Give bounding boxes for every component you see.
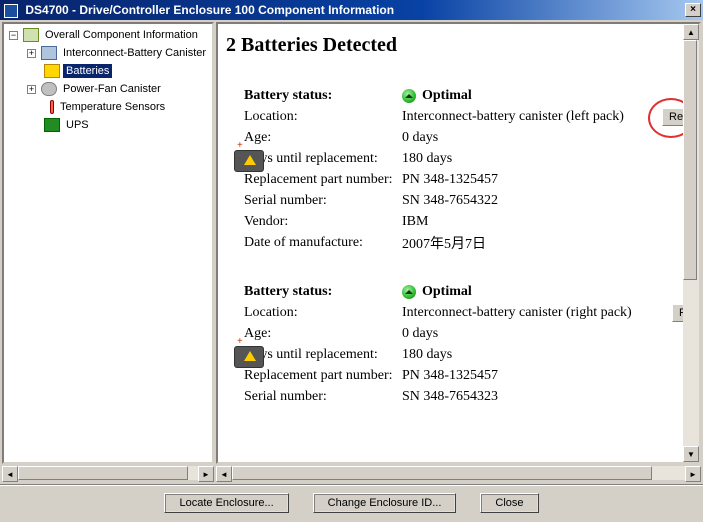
- detail-hscroll[interactable]: ◄ ►: [216, 466, 701, 480]
- tree-hscroll[interactable]: ◄ ►: [2, 466, 214, 480]
- scroll-left-button[interactable]: ◄: [216, 466, 232, 482]
- location-label: Location:: [244, 109, 402, 125]
- scrollbar-thumb[interactable]: [232, 466, 652, 480]
- fan-icon: [41, 82, 57, 96]
- ups-icon: [44, 118, 60, 132]
- age-value: 0 days: [402, 130, 438, 146]
- age-label: Age:: [244, 130, 402, 146]
- page-title: 2 Batteries Detected: [226, 34, 683, 57]
- app-icon: [4, 4, 18, 18]
- scroll-right-button[interactable]: ►: [685, 466, 701, 482]
- status-label: Battery status:: [244, 284, 402, 300]
- reset-button[interactable]: Re: [672, 304, 683, 322]
- age-value: 0 days: [402, 326, 438, 342]
- part-value: PN 348-1325457: [402, 368, 498, 384]
- serial-value: SN 348-7654323: [402, 389, 498, 405]
- tree-root-label: Overall Component Information: [42, 28, 201, 42]
- button-bar: Locate Enclosure... Change Enclosure ID.…: [0, 484, 703, 520]
- days-label: Days until replacement:: [244, 151, 402, 167]
- vendor-label: Vendor:: [244, 214, 402, 230]
- serial-label: Serial number:: [244, 389, 402, 405]
- titlebar: DS4700 - Drive/Controller Enclosure 100 …: [0, 0, 703, 20]
- days-value: 180 days: [402, 347, 452, 363]
- window-title: DS4700 - Drive/Controller Enclosure 100 …: [25, 3, 394, 17]
- status-optimal-icon: [402, 285, 416, 299]
- expand-icon[interactable]: +: [27, 49, 36, 58]
- hscroll-row: ◄ ► ◄ ►: [0, 466, 703, 482]
- status-optimal-icon: [402, 89, 416, 103]
- battery-large-icon: [234, 150, 264, 172]
- tree-item-ups[interactable]: UPS: [6, 116, 212, 134]
- part-label: Replacement part number:: [244, 368, 402, 384]
- vertical-scrollbar[interactable]: ▲ ▼: [683, 24, 699, 462]
- serial-label: Serial number:: [244, 193, 402, 209]
- days-label: Days until replacement:: [244, 347, 402, 363]
- scroll-down-button[interactable]: ▼: [683, 446, 699, 462]
- status-value: Optimal: [422, 88, 472, 104]
- change-enclosure-id-button[interactable]: Change Enclosure ID...: [313, 493, 457, 513]
- reset-button[interactable]: Res: [662, 108, 683, 126]
- tree-item-label: Interconnect-Battery Canister: [60, 46, 209, 60]
- location-value: Interconnect-battery canister (right pac…: [402, 305, 632, 321]
- tree-pane: − Overall Component Information + Interc…: [2, 22, 214, 464]
- scrollbar-thumb[interactable]: [18, 466, 188, 480]
- tree-item-label: Batteries: [63, 64, 112, 78]
- thermometer-icon: [50, 100, 54, 114]
- scrollbar-thumb[interactable]: [683, 40, 697, 280]
- scroll-right-button[interactable]: ►: [198, 466, 214, 482]
- vendor-value: IBM: [402, 214, 428, 230]
- age-label: Age:: [244, 326, 402, 342]
- location-label: Location:: [244, 305, 402, 321]
- tree-root[interactable]: − Overall Component Information: [6, 26, 212, 44]
- tree-item-temperature[interactable]: Temperature Sensors: [6, 98, 212, 116]
- battery-block-1: Battery status: Optimal Location: Interc…: [244, 85, 683, 253]
- content-area: − Overall Component Information + Interc…: [0, 20, 703, 466]
- status-label: Battery status:: [244, 88, 402, 104]
- tree-item-label: UPS: [63, 118, 92, 132]
- part-label: Replacement part number:: [244, 172, 402, 188]
- serial-value: SN 348-7654322: [402, 193, 498, 209]
- part-value: PN 348-1325457: [402, 172, 498, 188]
- days-value: 180 days: [402, 151, 452, 167]
- expand-icon[interactable]: +: [27, 85, 36, 94]
- close-icon[interactable]: ×: [685, 3, 701, 17]
- close-button[interactable]: Close: [480, 493, 538, 513]
- tree-item-batteries[interactable]: Batteries: [6, 62, 212, 80]
- locate-enclosure-button[interactable]: Locate Enclosure...: [164, 493, 288, 513]
- tree-item-label: Power-Fan Canister: [60, 82, 164, 96]
- battery-large-icon: [234, 346, 264, 368]
- tree-item-powerfan[interactable]: + Power-Fan Canister: [6, 80, 212, 98]
- detail-pane: 2 Batteries Detected Battery status: Opt…: [216, 22, 701, 464]
- battery-block-2: Battery status: Optimal Location: Interc…: [244, 281, 683, 407]
- location-value: Interconnect-battery canister (left pack…: [402, 109, 624, 125]
- dom-label: Date of manufacture:: [244, 235, 402, 251]
- status-value: Optimal: [422, 284, 472, 300]
- scroll-up-button[interactable]: ▲: [683, 24, 699, 40]
- scroll-left-button[interactable]: ◄: [2, 466, 18, 482]
- collapse-icon[interactable]: −: [9, 31, 18, 40]
- enclosure-icon: [23, 28, 39, 42]
- tree-item-interconnect[interactable]: + Interconnect-Battery Canister: [6, 44, 212, 62]
- tree-item-label: Temperature Sensors: [57, 100, 168, 114]
- battery-icon: [44, 64, 60, 78]
- dom-value: 2007年5月7日: [402, 233, 486, 253]
- canister-icon: [41, 46, 57, 60]
